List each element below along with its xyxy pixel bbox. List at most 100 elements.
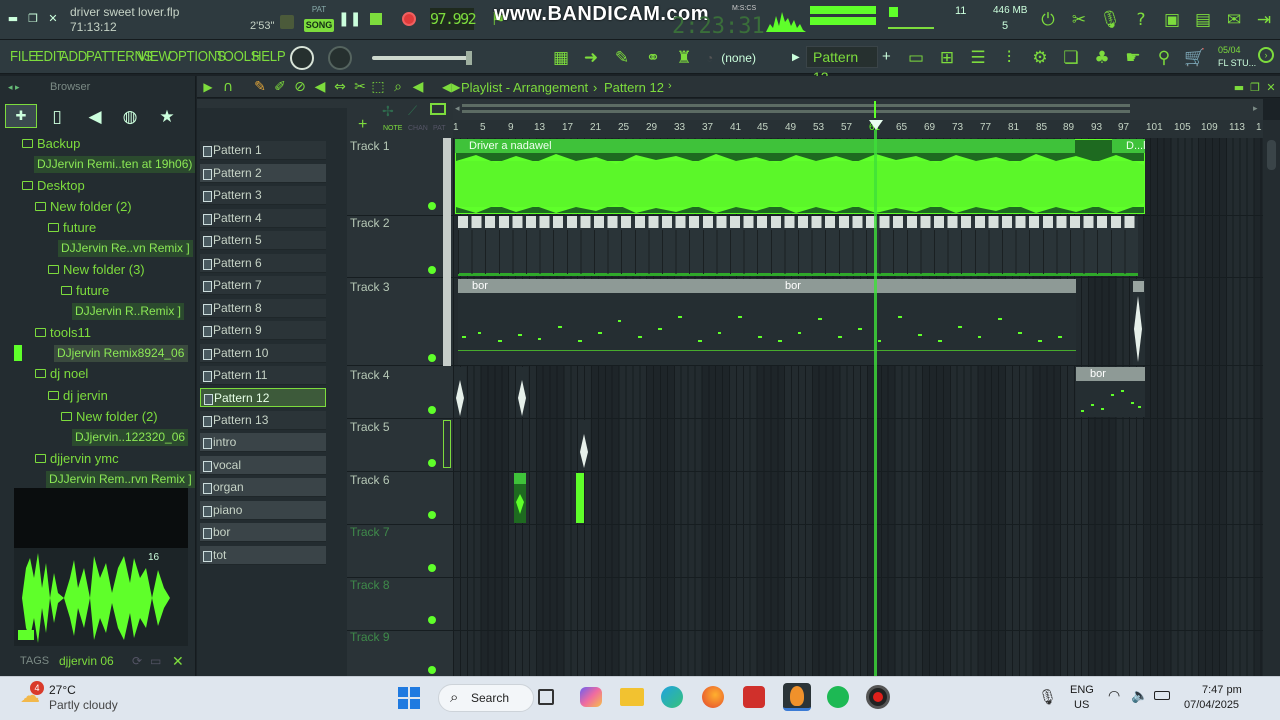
tab-note[interactable]: NOTE [383, 125, 402, 132]
pattern-item[interactable]: Pattern 4 [200, 209, 326, 228]
browser-item[interactable]: New folder (2) [35, 199, 132, 214]
playlist-play-icon[interactable]: ◀▶ [442, 80, 460, 94]
track-name[interactable]: Track 3 [350, 280, 390, 294]
tab-pat[interactable]: PAT [433, 125, 446, 132]
battery-icon[interactable] [1154, 691, 1170, 700]
pattern-clip-headers-track2[interactable] [458, 216, 1138, 228]
browser-item[interactable]: New folder (2) [61, 409, 158, 424]
help-icon[interactable]: ? [1130, 9, 1152, 31]
cable-icon[interactable]: ⚲ [1153, 47, 1175, 69]
menu-file[interactable]: FILE [10, 48, 37, 65]
browser-item[interactable]: New folder (3) [48, 262, 145, 277]
piano-roll-icon[interactable]: ▦ [550, 47, 572, 69]
pattern-item[interactable]: bor [200, 523, 326, 542]
stamp-icon[interactable]: ♜ [673, 47, 695, 69]
browser-icon[interactable]: ❏ [1060, 47, 1082, 69]
pattern-item[interactable]: intro [200, 433, 326, 452]
playlist-restore-icon[interactable]: ❐ [1248, 81, 1262, 95]
start-button[interactable] [398, 687, 420, 709]
pattern-item[interactable]: tot [200, 546, 326, 565]
tags-refresh-icon[interactable]: ⟳ [132, 654, 142, 668]
picker-move-icon[interactable]: ✢ [382, 103, 394, 120]
clip-label-bor[interactable]: bor [1076, 367, 1145, 381]
pattern-item[interactable]: Pattern 6 [200, 254, 326, 273]
track-name[interactable]: Track 8 [350, 578, 390, 592]
zoom-tool-icon[interactable]: ⌕ [388, 77, 408, 97]
clip-label-track1[interactable]: Driver a nadawel [455, 139, 1075, 153]
spotify-icon[interactable] [827, 686, 849, 708]
track-name[interactable]: Track 4 [350, 368, 390, 382]
pattern-prev-icon[interactable]: ▶ [792, 49, 802, 67]
track-mute-led[interactable] [428, 354, 436, 362]
browser-all-tab[interactable]: ✚ [5, 104, 37, 128]
paint-icon[interactable]: ✐ [270, 77, 290, 97]
file-explorer-icon[interactable] [620, 688, 644, 706]
pattern-item[interactable]: vocal [200, 456, 326, 475]
mixer-faders-icon[interactable]: ⫶ [998, 47, 1020, 69]
news-arrow-icon[interactable]: › [1258, 47, 1274, 63]
pattern-item[interactable]: Pattern 10 [200, 344, 326, 363]
slice-tool-icon[interactable]: ✂ [350, 77, 370, 97]
pattern-item-selected[interactable]: Pattern 12 [200, 388, 326, 407]
chat-icon[interactable]: ✉ [1223, 9, 1245, 31]
browser-file-item[interactable]: DJJervin R..Remix ] [72, 303, 185, 320]
slip-tool-icon[interactable]: ⇔ [330, 77, 350, 97]
pattern-item[interactable]: Pattern 9 [200, 321, 326, 340]
weather-desc[interactable]: Partly cloudy [49, 698, 118, 712]
browser-file-item[interactable]: DJjervin..122320_06 [72, 429, 189, 446]
playlist-menu-icon[interactable]: ▶ [198, 77, 218, 97]
magnet-icon[interactable]: ∩ [218, 77, 238, 97]
menu-view[interactable]: VIEW [138, 48, 171, 65]
preview-play-icon[interactable] [18, 630, 34, 640]
mixer-icon[interactable]: ☰ [967, 47, 989, 69]
restore-icon[interactable]: ❐ [26, 12, 40, 26]
tools-icon[interactable]: ✂ [1068, 9, 1090, 31]
track-name[interactable]: Track 2 [350, 216, 390, 230]
edge-icon[interactable] [661, 686, 683, 708]
clock-date[interactable]: 07/04/2025 [1184, 699, 1239, 711]
pattern-item[interactable]: organ [200, 478, 326, 497]
track-mute-led[interactable] [428, 459, 436, 467]
minimize-icon[interactable]: ▬ [6, 12, 20, 26]
master-volume-knob[interactable] [290, 46, 314, 70]
pause-icon[interactable]: ❚❚ [338, 8, 361, 30]
browser-item[interactable]: dj noel [35, 366, 88, 381]
track-mute-led[interactable] [428, 511, 436, 519]
browser-star-icon[interactable]: ★ [156, 106, 178, 128]
playhead-marker-icon[interactable] [869, 120, 883, 130]
browser-item[interactable]: Backup [22, 136, 80, 151]
pattern-item[interactable]: Pattern 1 [200, 141, 326, 160]
tags-folder-icon[interactable]: ▭ [150, 654, 161, 668]
brush-icon[interactable]: ✎ [611, 47, 633, 69]
browser-file-item[interactable]: DJJervin Remi..ten at 19h06) [34, 156, 196, 173]
browser-web-icon[interactable]: ◍ [119, 106, 141, 128]
task-view-icon[interactable] [538, 689, 554, 705]
pattern-item[interactable]: Pattern 7 [200, 276, 326, 295]
plugin-icon[interactable]: ▤ [1192, 9, 1214, 31]
master-pitch-knob[interactable] [328, 46, 352, 70]
channel-rack-icon[interactable]: ⊞ [936, 47, 958, 69]
link-icon[interactable]: ⚭ [642, 47, 664, 69]
track-mute-led[interactable] [428, 202, 436, 210]
track-name[interactable]: Track 5 [350, 420, 390, 434]
browser-file-item-selected[interactable]: DJjervin Remix8924_06 [54, 345, 188, 362]
master-slider[interactable] [372, 56, 472, 60]
add-pattern-icon[interactable]: + [882, 47, 896, 67]
browser-item[interactable]: future [48, 220, 96, 235]
pattern-item[interactable]: Pattern 3 [200, 186, 326, 205]
playlist-icon[interactable]: ▭ [905, 47, 927, 69]
track-name[interactable]: Track 9 [350, 630, 390, 644]
pat-toggle[interactable]: PAT [304, 5, 334, 14]
browser-item[interactable]: dj jervin [48, 388, 108, 403]
tempo-display[interactable]: 97.992 [430, 8, 477, 30]
song-toggle[interactable]: SONG [304, 19, 334, 32]
weather-temp[interactable]: 27°C [49, 683, 76, 697]
pattern-item[interactable]: piano [200, 501, 326, 520]
wifi-icon[interactable]: ◠ [1108, 688, 1120, 704]
browser-item[interactable]: djjervin ymc [35, 451, 119, 466]
pattern-item[interactable]: Pattern 2 [200, 164, 326, 183]
touch-keyboard-icon[interactable]: ☛ [1122, 47, 1144, 69]
microphone-icon[interactable]: 🎙 [1099, 9, 1121, 31]
record-icon[interactable] [402, 12, 416, 26]
pattern-item[interactable]: Pattern 5 [200, 231, 326, 250]
